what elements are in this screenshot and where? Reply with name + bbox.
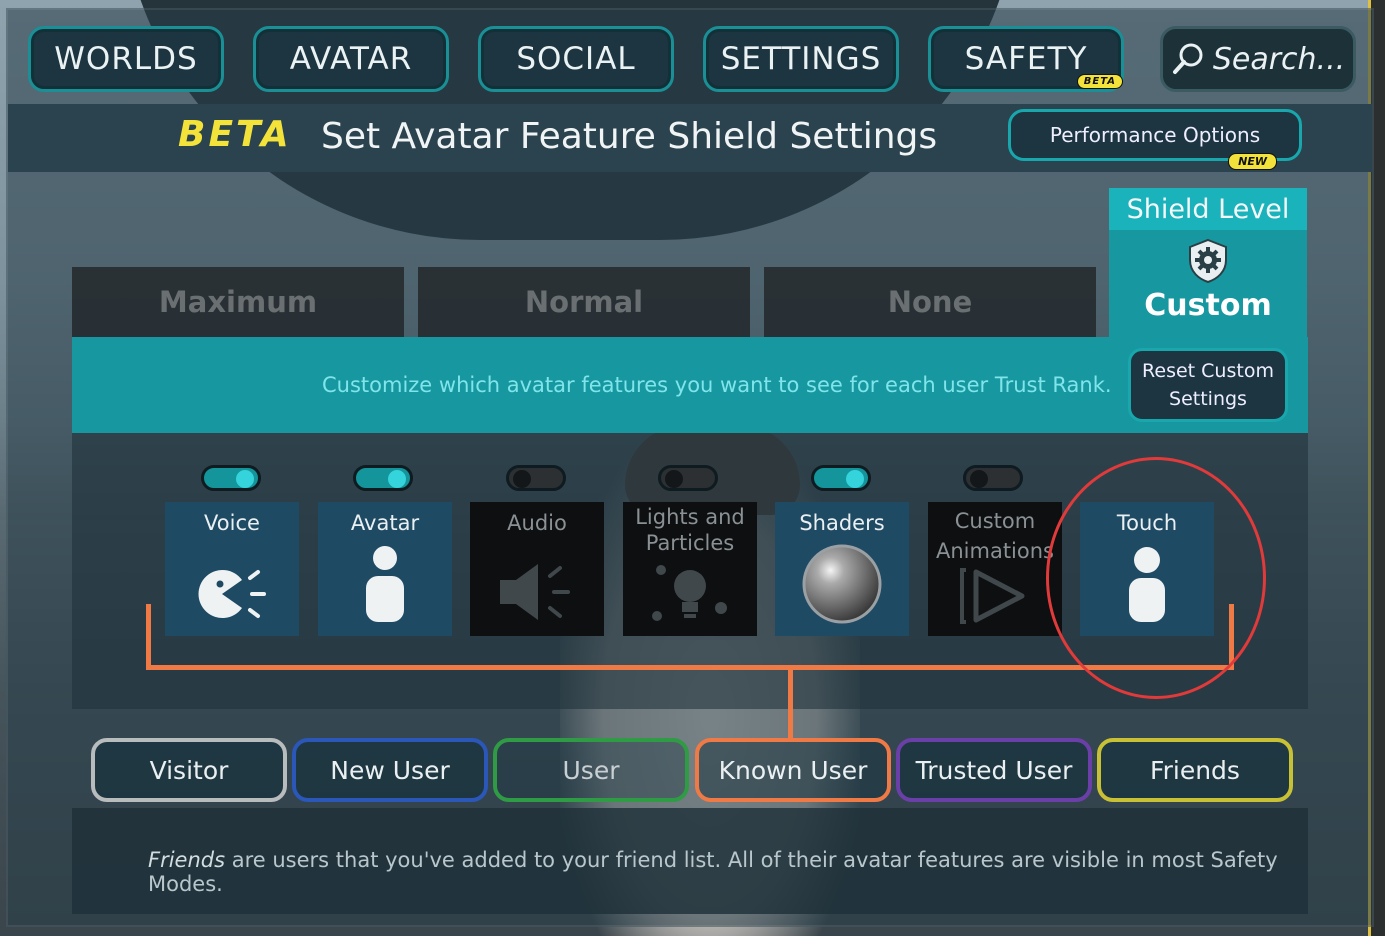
level-normal-tab[interactable]: Normal xyxy=(418,267,750,337)
page-title: Set Avatar Feature Shield Settings xyxy=(321,116,938,157)
voice-toggle[interactable] xyxy=(201,465,261,491)
custom-animations-toggle[interactable] xyxy=(963,465,1023,491)
rank-new-user-label: New User xyxy=(330,755,450,785)
feature-audio-label: Audio xyxy=(507,511,567,535)
feature-lights-label-line1: Lights and xyxy=(635,505,745,529)
nav-social-button[interactable]: SOCIAL xyxy=(478,26,674,92)
beta-label: BETA xyxy=(178,114,292,155)
feature-voice-label: Voice xyxy=(204,511,260,535)
shaders-toggle[interactable] xyxy=(811,465,871,491)
audio-toggle[interactable] xyxy=(506,465,566,491)
rank-user-label: User xyxy=(562,755,620,785)
feature-avatar-label: Avatar xyxy=(350,511,420,535)
rank-description-box: Friends are users that you've added to y… xyxy=(72,808,1308,914)
nav-settings-label: SETTINGS xyxy=(720,41,882,77)
nav-avatar-label: AVATAR xyxy=(289,41,413,77)
shield-level-custom[interactable]: Shield Level Custom xyxy=(1109,188,1307,348)
rank-user-button[interactable]: User xyxy=(493,738,689,802)
rank-visitor-button[interactable]: Visitor xyxy=(91,738,287,802)
reset-label-line2: Settings xyxy=(1169,388,1247,410)
reset-label-line1: Reset Custom xyxy=(1142,360,1274,382)
nav-worlds-button[interactable]: WORLDS xyxy=(28,26,224,92)
nav-social-label: SOCIAL xyxy=(516,41,636,77)
rank-description-emphasis: Friends xyxy=(148,848,226,872)
rank-known-user-button[interactable]: Known User xyxy=(695,738,891,802)
search-icon xyxy=(1172,43,1203,74)
search-button[interactable]: Search... xyxy=(1160,26,1356,92)
performance-options-label: Performance Options xyxy=(1049,123,1261,147)
level-maximum-label: Maximum xyxy=(158,285,318,319)
rank-new-user-button[interactable]: New User xyxy=(292,738,488,802)
rank-known-user-label: Known User xyxy=(718,755,868,785)
performance-options-button[interactable]: Performance Options NEW xyxy=(1008,109,1302,170)
avatar-toggle[interactable] xyxy=(353,465,413,491)
nav-settings-button[interactable]: SETTINGS xyxy=(703,26,899,92)
level-none-tab[interactable]: None xyxy=(764,267,1096,337)
level-normal-label: Normal xyxy=(524,285,644,319)
reset-custom-settings-button[interactable]: Reset Custom Settings xyxy=(1128,348,1288,422)
shield-level-tabs: Maximum Normal None xyxy=(72,267,1102,337)
feature-animations-label-line1: Custom xyxy=(954,509,1036,533)
customize-banner: Customize which avatar features you want… xyxy=(72,337,1308,433)
shield-level-value: Custom xyxy=(1144,288,1272,323)
feature-lights-label-line2: Particles xyxy=(645,531,735,555)
rank-trusted-user-button[interactable]: Trusted User xyxy=(896,738,1092,802)
nav-worlds-label: WORLDS xyxy=(54,41,198,77)
new-badge: NEW xyxy=(1228,153,1277,170)
safety-beta-badge: BETA xyxy=(1076,74,1123,89)
feature-shaders-label: Shaders xyxy=(799,511,885,535)
bracket-connector xyxy=(788,670,793,740)
lights-particles-toggle[interactable] xyxy=(658,465,718,491)
safety-menu-panel: WORLDS AVATAR SOCIAL SETTINGS SAFETY BETA… xyxy=(6,8,1374,927)
customize-message: Customize which avatar features you want… xyxy=(322,373,1112,397)
shield-level-header: Shield Level xyxy=(1109,188,1307,230)
rank-description-text: are users that you've added to your frie… xyxy=(148,848,1278,896)
shield-gear-icon xyxy=(1189,238,1227,284)
rank-description: Friends are users that you've added to y… xyxy=(148,848,1308,896)
nav-safety-button[interactable]: SAFETY BETA xyxy=(928,26,1124,92)
touch-highlight-circle xyxy=(1046,457,1266,699)
level-maximum-tab[interactable]: Maximum xyxy=(72,267,404,337)
rank-trusted-user-label: Trusted User xyxy=(915,755,1073,785)
rank-friends-label: Friends xyxy=(1150,755,1240,785)
nav-avatar-button[interactable]: AVATAR xyxy=(253,26,449,92)
search-label: Search... xyxy=(1212,41,1346,77)
rank-friends-button[interactable]: Friends xyxy=(1097,738,1293,802)
nav-safety-label: SAFETY xyxy=(964,41,1088,77)
rank-visitor-label: Visitor xyxy=(149,755,229,785)
level-none-label: None xyxy=(887,285,973,319)
feature-animations-label-line2: Animations xyxy=(935,539,1054,563)
